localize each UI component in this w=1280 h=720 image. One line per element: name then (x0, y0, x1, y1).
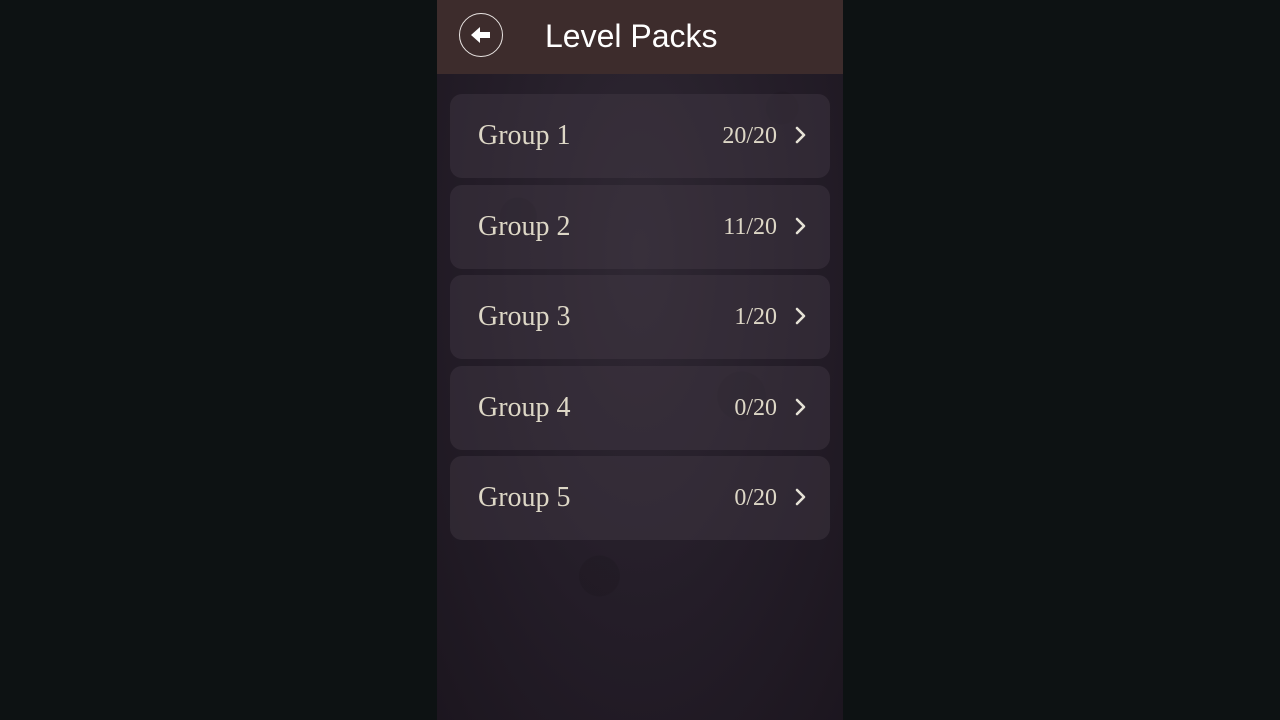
group-label: Group 3 (478, 301, 571, 332)
list-item-group-3[interactable]: Group 3 1/20 (450, 275, 830, 359)
app-screen: Level Packs Group 1 20/20 Group 2 11/20 … (437, 0, 843, 720)
group-progress: 20/20 (722, 123, 777, 149)
group-progress: 0/20 (734, 485, 777, 511)
back-button[interactable] (459, 13, 503, 57)
chevron-right-icon (795, 488, 806, 506)
page-title: Level Packs (545, 18, 718, 54)
group-label: Group 4 (478, 391, 571, 423)
chevron-right-icon (795, 307, 806, 325)
chevron-right-icon (795, 398, 806, 415)
list-item-group-4[interactable]: Group 4 0/20 (450, 365, 830, 450)
list-item-group-1[interactable]: Group 1 20/20 (450, 94, 830, 178)
chevron-right-icon (795, 126, 806, 144)
chevron-right-icon (795, 217, 806, 234)
group-label: Group 2 (478, 210, 571, 242)
group-label: Group 5 (478, 482, 571, 513)
header-bar: Level Packs (437, 0, 843, 74)
group-progress: 11/20 (723, 213, 777, 240)
list-item-group-2[interactable]: Group 2 11/20 (450, 184, 830, 269)
group-progress: 1/20 (734, 304, 777, 330)
level-pack-list: Group 1 20/20 Group 2 11/20 Group 3 1/20… (450, 94, 830, 547)
group-label: Group 1 (478, 120, 571, 151)
back-arrow-icon (471, 27, 490, 43)
group-progress: 0/20 (734, 394, 777, 421)
list-item-group-5[interactable]: Group 5 0/20 (450, 456, 830, 540)
